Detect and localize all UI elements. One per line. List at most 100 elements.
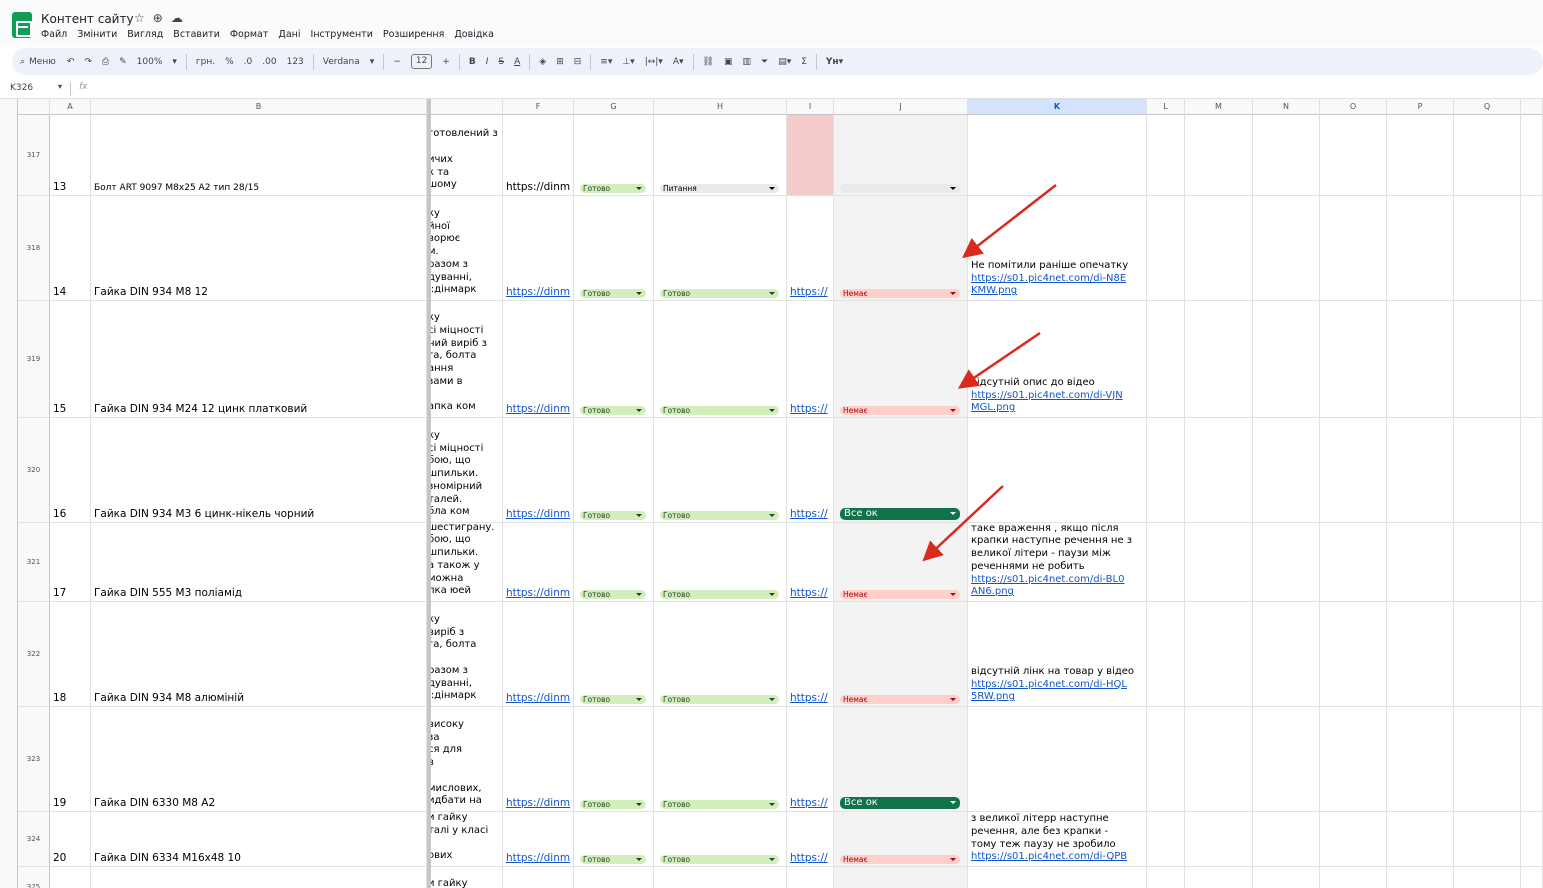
row-header[interactable]: 322	[18, 602, 50, 707]
status-chip[interactable]: Готово	[580, 511, 646, 520]
status-chip[interactable]: Готово	[660, 855, 779, 864]
cell-empty[interactable]	[1387, 523, 1454, 602]
merge-cells-icon[interactable]: ⊟	[574, 57, 582, 67]
cell-comment[interactable]: з великої літерр наступне речення, але бе…	[968, 812, 1147, 867]
name-box[interactable]: K326	[10, 83, 33, 93]
status-chip[interactable]: Готово	[660, 511, 779, 520]
cell-status-h[interactable]: Готово	[654, 418, 787, 523]
cell-empty[interactable]	[1253, 812, 1320, 867]
zoom-select[interactable]: 100%	[137, 57, 163, 67]
cell-status-h[interactable]: Готово	[654, 196, 787, 301]
cell-empty[interactable]	[1320, 196, 1387, 301]
cell-url[interactable]: https://dinm	[503, 418, 574, 523]
font-size-increase-icon[interactable]: +	[442, 57, 450, 67]
status-chip[interactable]: Готово	[660, 289, 779, 298]
check-status-chip[interactable]	[840, 184, 960, 193]
screenshot-link[interactable]: https://s01.pic4net.com/di-QPB	[971, 851, 1127, 864]
menu-item[interactable]: Вставити	[173, 29, 220, 40]
font-size-input[interactable]: 12	[410, 54, 433, 69]
cell-product-name[interactable]: Гайка DIN 6330 M8 A2	[91, 707, 427, 812]
text-wrap-icon[interactable]: |↔|▾	[645, 57, 663, 67]
font-select[interactable]: Verdana	[323, 57, 360, 67]
cell-empty[interactable]	[1185, 301, 1253, 418]
select-all-strip[interactable]	[0, 99, 18, 888]
cell-description[interactable]: и гайку талі А два	[431, 867, 503, 888]
cell-empty[interactable]	[1147, 867, 1185, 888]
cell-video-link[interactable]: https://	[787, 418, 834, 523]
cell-status-g[interactable]: Готово	[574, 707, 654, 812]
column-header-p[interactable]: P	[1387, 99, 1454, 115]
currency-button[interactable]: грн.	[196, 57, 215, 67]
cell-product-name[interactable]: Гайка DIN 934 M3 6 цинк-нікель чорний	[91, 418, 427, 523]
status-chip[interactable]: Готово	[580, 855, 646, 864]
video-link[interactable]: https://	[790, 797, 828, 809]
cell-empty[interactable]	[1454, 523, 1521, 602]
cell-comment[interactable]: відсутній лінк на товар у відео https://s…	[968, 602, 1147, 707]
functions-icon[interactable]: Σ	[801, 57, 807, 67]
cell-status-g[interactable]	[574, 867, 654, 888]
check-status-chip[interactable]: Немає	[840, 289, 960, 298]
spreadsheet-grid[interactable]: A B F G H I J K L M N O P Q 317 13 Болт ART 9097 M8x25 A…	[0, 99, 1543, 888]
menu-item[interactable]: Формат	[230, 29, 269, 40]
status-chip[interactable]: Готово	[580, 289, 646, 298]
cell-empty[interactable]	[1454, 418, 1521, 523]
check-status-chip[interactable]: Немає	[840, 695, 960, 704]
cell-empty[interactable]	[1454, 707, 1521, 812]
cell-status-h[interactable]: Готово	[654, 707, 787, 812]
cell-status-h[interactable]: Готово	[654, 602, 787, 707]
check-status-chip[interactable]: Все ок	[840, 797, 960, 809]
cell-empty[interactable]	[1521, 602, 1543, 707]
cell-comment[interactable]: таке враження , якщо після крапки наступн…	[968, 523, 1147, 602]
product-link[interactable]: https://dinm	[506, 403, 570, 415]
status-chip[interactable]: Готово	[660, 590, 779, 599]
cell-empty[interactable]	[1521, 196, 1543, 301]
status-chip[interactable]: Питання	[660, 184, 779, 193]
screenshot-link[interactable]: AN6.png	[971, 586, 1132, 599]
cell-check-status[interactable]: Немає	[834, 301, 968, 418]
cell-video-link[interactable]: https://	[787, 707, 834, 812]
italic-button[interactable]: I	[486, 57, 489, 67]
status-chip[interactable]: Готово	[660, 800, 779, 809]
cell-product-name[interactable]: Гайка DIN 6334 M16x48 10	[91, 812, 427, 867]
product-link[interactable]: https://dinm	[506, 852, 570, 864]
cell-status-g[interactable]: Готово	[574, 812, 654, 867]
cell-empty[interactable]	[1387, 301, 1454, 418]
status-chip[interactable]: Готово	[580, 184, 646, 193]
undo-icon[interactable]: ↶	[67, 57, 75, 67]
cell-empty[interactable]	[1454, 867, 1521, 888]
cell-comment[interactable]: відсутній опис до відео https://s01.pic4n…	[968, 301, 1147, 418]
cell-description[interactable]: ку сі міцності бою, що шпильки. зномірни…	[431, 418, 503, 523]
cell-status-g[interactable]: Готово	[574, 523, 654, 602]
input-tools-icon[interactable]: Yн▾	[826, 57, 843, 67]
increase-decimal-button[interactable]: .00	[262, 57, 276, 67]
cell-empty[interactable]	[1253, 301, 1320, 418]
video-link[interactable]: https://	[790, 852, 828, 864]
cloud-icon[interactable]: ☁	[171, 11, 183, 25]
cell-empty[interactable]	[1185, 867, 1253, 888]
cell-url[interactable]: https://dinm	[503, 115, 574, 196]
cell-url[interactable]	[503, 867, 574, 888]
cell-empty[interactable]	[1521, 812, 1543, 867]
cell-comment[interactable]	[968, 418, 1147, 523]
cell-status-g[interactable]: Готово	[574, 301, 654, 418]
text-color-button[interactable]: A	[514, 57, 520, 67]
row-header[interactable]: 323	[18, 707, 50, 812]
borders-icon[interactable]: ⊞	[556, 57, 564, 67]
cell-status-g[interactable]: Готово	[574, 418, 654, 523]
video-link[interactable]: https://	[790, 692, 828, 704]
cell-empty[interactable]	[1454, 812, 1521, 867]
menu-item[interactable]: Змінити	[77, 29, 117, 40]
column-header-a[interactable]: A	[50, 99, 91, 115]
star-icon[interactable]: ☆	[134, 11, 145, 25]
more-formats-button[interactable]: 123	[287, 57, 304, 67]
cell-empty[interactable]	[1253, 707, 1320, 812]
cell-row-number[interactable]: 13	[50, 115, 91, 196]
cell-status-h[interactable]: Питання	[654, 115, 787, 196]
insert-link-icon[interactable]: ⛓	[703, 57, 714, 67]
filter-icon[interactable]: ⏷	[761, 57, 768, 67]
column-header-m[interactable]: M	[1185, 99, 1253, 115]
check-status-chip[interactable]: Все ок	[840, 508, 960, 520]
cell-check-status[interactable]: Немає	[834, 812, 968, 867]
cell-empty[interactable]	[1320, 812, 1387, 867]
status-chip[interactable]: Готово	[580, 695, 646, 704]
